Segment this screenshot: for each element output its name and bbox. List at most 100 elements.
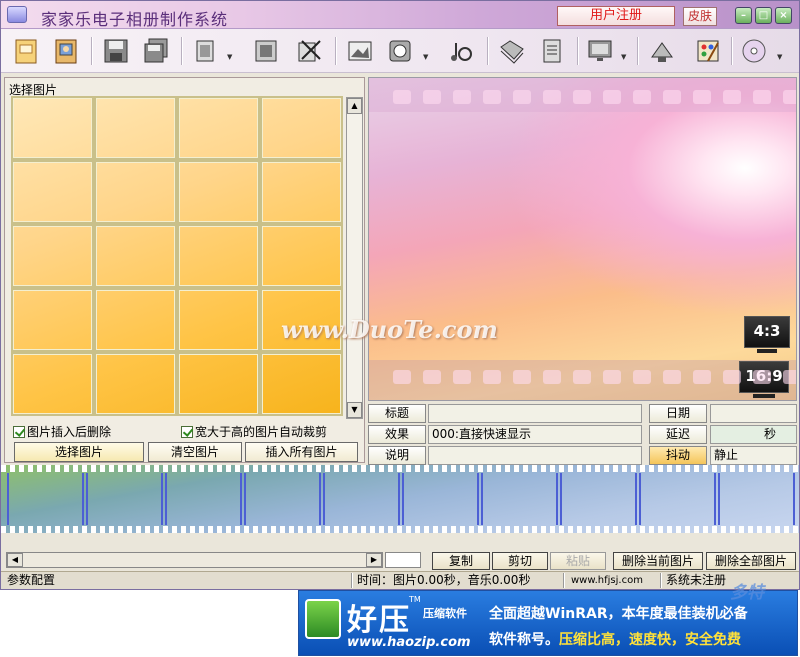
photo-frame-icon[interactable] <box>251 35 281 67</box>
photo-filmstrip[interactable] <box>1 465 799 533</box>
thumbnail-grid[interactable] <box>11 96 343 416</box>
monitor-stand-icon <box>757 349 777 353</box>
film-sprocket <box>573 370 591 384</box>
thumbnail-slot[interactable] <box>11 96 94 160</box>
site-watermark: 多特 <box>730 583 764 603</box>
ad-tagline-start: 软件称号。 <box>489 632 559 648</box>
dropdown-arrow-icon[interactable]: ▼ <box>227 53 232 61</box>
shake-field[interactable]: 静止 <box>710 446 797 465</box>
effects-icon[interactable] <box>385 35 415 67</box>
status-url: www.hfjsj.com <box>571 575 643 586</box>
palette-icon[interactable] <box>693 35 723 67</box>
scroll-up-icon[interactable]: ▲ <box>347 98 362 114</box>
register-button[interactable]: 用户注册 <box>557 6 675 26</box>
thumbnail-slot[interactable] <box>177 288 260 352</box>
filmstrip-frame[interactable] <box>7 473 84 525</box>
ratio-4-3-button[interactable]: 4:3 <box>744 316 790 348</box>
thumbnail-slot[interactable] <box>260 96 343 160</box>
scroll-right-icon[interactable]: ▶ <box>366 553 382 567</box>
cd-disc-icon[interactable] <box>739 35 769 67</box>
thumbnail-slot[interactable] <box>177 352 260 416</box>
dropdown-arrow-icon[interactable]: ▼ <box>777 53 782 61</box>
filmstrip-frame[interactable] <box>560 473 637 525</box>
effect-field[interactable]: 000:直接快速显示 <box>428 425 642 444</box>
filmstrip-frame[interactable] <box>323 473 400 525</box>
description-field[interactable] <box>428 446 642 465</box>
film-sprocket <box>543 370 561 384</box>
skin-button[interactable]: 皮肤 <box>683 7 717 26</box>
film-sprocket <box>573 90 591 104</box>
close-button[interactable]: × <box>775 7 792 24</box>
thumbnail-slot[interactable] <box>11 352 94 416</box>
horizontal-scrollbar[interactable]: ◀ ▶ <box>6 552 383 568</box>
save-all-icon[interactable] <box>141 35 171 67</box>
scissors-icon[interactable] <box>293 35 323 67</box>
delay-field[interactable]: 秒 <box>710 425 797 444</box>
film-sprocket <box>693 90 711 104</box>
thumbnail-slot[interactable] <box>260 352 343 416</box>
tools-icon[interactable] <box>647 35 677 67</box>
title-label: 标题 <box>368 404 426 423</box>
filmstrip-frame[interactable] <box>639 473 716 525</box>
insert-all-button[interactable]: 插入所有图片 <box>245 442 358 462</box>
document-icon[interactable] <box>537 35 567 67</box>
toolbar-separator <box>181 37 183 65</box>
title-field[interactable] <box>428 404 642 423</box>
monitor-icon[interactable] <box>585 35 615 67</box>
page-layout-icon[interactable] <box>191 35 221 67</box>
cut-button[interactable]: 剪切 <box>492 552 548 570</box>
filmstrip-frame[interactable] <box>165 473 242 525</box>
film-sprocket <box>753 370 771 384</box>
thumbnail-slot[interactable] <box>11 160 94 224</box>
scroll-down-icon[interactable]: ▼ <box>347 402 362 418</box>
thumbnail-slot[interactable] <box>11 224 94 288</box>
save-icon[interactable] <box>101 35 131 67</box>
auto-crop-checkbox[interactable]: 宽大于高的图片自动裁剪 <box>181 423 327 440</box>
film-sprocket <box>483 370 501 384</box>
filmstrip-frame[interactable] <box>481 473 558 525</box>
thumbnail-slot[interactable] <box>94 288 177 352</box>
photo-album-icon[interactable] <box>51 35 81 67</box>
filmstrip-frame[interactable] <box>718 473 795 525</box>
thumbnail-slot[interactable] <box>260 224 343 288</box>
delete-current-button[interactable]: 删除当前图片 <box>613 552 703 570</box>
toolbar: ▼ ▼ ▼ ▼ <box>1 29 799 73</box>
dropdown-arrow-icon[interactable]: ▼ <box>423 53 428 61</box>
ad-banner[interactable]: 好压 TM 压缩软件 www.haozip.com 全面超越WinRAR，本年度… <box>298 590 798 656</box>
select-picture-button[interactable]: 选择图片 <box>14 442 144 462</box>
thumbnail-slot[interactable] <box>177 224 260 288</box>
shake-label[interactable]: 抖动 <box>649 446 707 465</box>
toolbar-separator <box>731 37 733 65</box>
title-bar[interactable]: 家家乐电子相册制作系统 用户注册 皮肤 – □ × <box>1 1 799 29</box>
film-sprocket <box>483 90 501 104</box>
film-sprocket <box>633 90 651 104</box>
filmstrip-frame[interactable] <box>244 473 321 525</box>
copy-button[interactable]: 复制 <box>432 552 490 570</box>
minimize-button[interactable]: – <box>735 7 752 24</box>
notebook-icon[interactable] <box>11 35 41 67</box>
thumbnail-slot[interactable] <box>94 224 177 288</box>
thumbnail-slot[interactable] <box>260 160 343 224</box>
thumbnail-slot[interactable] <box>177 96 260 160</box>
scroll-left-icon[interactable]: ◀ <box>7 553 23 567</box>
filmstrip-frame[interactable] <box>402 473 479 525</box>
edit-image-icon[interactable] <box>345 35 375 67</box>
clear-pictures-button[interactable]: 清空图片 <box>148 442 242 462</box>
thumbnail-slot[interactable] <box>94 160 177 224</box>
music-note-icon[interactable] <box>445 35 475 67</box>
folder-icon[interactable] <box>497 35 527 67</box>
dropdown-arrow-icon[interactable]: ▼ <box>621 53 626 61</box>
delete-after-insert-checkbox[interactable]: 图片插入后删除 <box>13 423 111 440</box>
filmstrip-frame[interactable] <box>86 473 163 525</box>
delete-all-button[interactable]: 删除全部图片 <box>706 552 796 570</box>
thumbnail-slot[interactable] <box>177 160 260 224</box>
status-config: 参数配置 <box>7 573 56 587</box>
date-field[interactable] <box>710 404 797 423</box>
thumbnail-slot[interactable] <box>94 352 177 416</box>
toolbar-separator <box>577 37 579 65</box>
thumbnail-slot[interactable] <box>94 96 177 160</box>
paste-button[interactable]: 粘贴 <box>550 552 606 570</box>
maximize-button[interactable]: □ <box>755 7 772 24</box>
vertical-scrollbar[interactable]: ▲ ▼ <box>346 97 363 419</box>
thumbnail-slot[interactable] <box>11 288 94 352</box>
